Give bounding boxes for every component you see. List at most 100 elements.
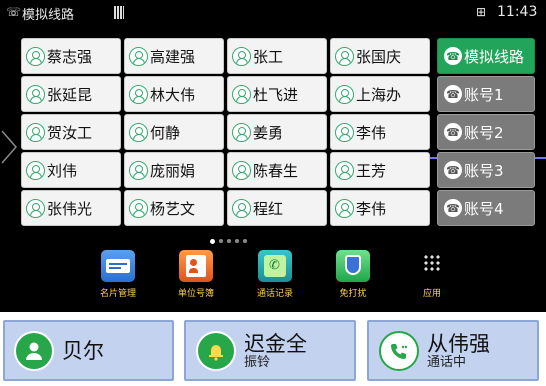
line-button[interactable]: ☎ 账号3 [437,152,535,188]
phone-icon: ☎ [444,161,462,179]
contact-name: 张国庆 [356,47,402,66]
contact-button[interactable]: 李伟 [330,114,430,150]
contact-grid: 蔡志强 高建强 张工 张国庆 张延昆 林大伟 杜飞进 上海办 贺汝工 何静 姜勇 李伟 刘伟 庞丽娟 陈春生… [21,38,431,228]
phone-icon: ☎ [444,47,462,65]
contact-button[interactable]: 张伟光 [21,190,121,226]
page-indicator [210,239,247,244]
contact-avatar-icon [129,122,148,142]
page-dot[interactable] [210,239,215,244]
contact-name: 姜勇 [253,123,284,142]
contact-avatar-icon [232,122,251,142]
contact-name: 李伟 [356,199,387,218]
contact-button[interactable]: 杜飞进 [227,76,327,112]
contact-name: 杨艺文 [150,199,196,218]
contact-avatar-icon [129,46,148,66]
contact-button[interactable]: 姜勇 [227,114,327,150]
contact-avatar-icon [335,84,354,104]
app-do-not-disturb[interactable]: 免打扰 [313,250,393,299]
call-card-1[interactable]: 贝尔 [3,320,174,381]
ringing-bell-icon [196,330,236,371]
contact-button[interactable]: 张延昆 [21,76,121,112]
contact-button[interactable]: 刘伟 [21,152,121,188]
page-dot[interactable] [227,239,231,243]
contact-avatar-icon [129,84,148,104]
chevron-left-icon[interactable] [0,127,20,167]
in-call-phone-icon [379,330,419,371]
contact-button[interactable]: 贺汝工 [21,114,121,150]
contact-button[interactable]: 蔡志强 [21,38,121,74]
signal-bars-icon [114,6,124,19]
contact-avatar-icon [26,84,45,104]
contact-name: 陈春生 [253,161,299,180]
contact-button[interactable]: 程红 [227,190,327,226]
app-label: 应用 [422,289,441,299]
contact-avatar-icon [335,160,354,180]
page-dot[interactable] [219,239,223,243]
contact-button[interactable]: 上海办 [330,76,430,112]
contact-avatar-icon [129,198,148,218]
line-title: 模拟线路 [22,8,75,23]
app-grid-icon [415,250,449,282]
line-label: 账号4 [464,199,504,218]
directory-icon [179,250,213,282]
contact-name: 庞丽娟 [150,161,196,180]
contact-button[interactable]: 高建强 [124,38,224,74]
app-label: 免打扰 [339,289,367,299]
contact-button[interactable]: 庞丽娟 [124,152,224,188]
app-card-manager[interactable]: 名片管理 [78,250,158,299]
contact-avatar-icon [335,122,354,142]
contact-avatar-icon [335,46,354,66]
call-log-icon: ✆ [258,250,292,282]
contact-button[interactable]: 杨艺文 [124,190,224,226]
page-dot[interactable] [235,239,239,243]
line-label: 账号3 [464,161,504,180]
app-call-log[interactable]: ✆ 通话记录 [235,250,315,299]
contact-button[interactable]: 王芳 [330,152,430,188]
contact-avatar-icon [232,84,251,104]
contact-avatar-icon [232,160,251,180]
app-apps[interactable]: 应用 [392,250,472,299]
contact-avatar-icon [232,46,251,66]
page-dot[interactable] [243,239,247,243]
contact-name: 林大伟 [150,85,196,104]
contact-name: 王芳 [356,161,387,180]
line-button[interactable]: ☎ 账号2 [437,114,535,150]
line-button[interactable]: ☎ 账号1 [437,76,535,112]
clock: 11:43 [497,4,538,20]
contact-button[interactable]: 张工 [227,38,327,74]
line-label: 账号1 [464,85,504,104]
call-card-2[interactable]: 迟金全 振铃 [184,320,356,381]
phone-icon: ☎ [444,199,462,217]
status-bar: ☏ 模拟线路 ⊞ 11:43 [0,0,546,26]
contact-button[interactable]: 林大伟 [124,76,224,112]
caller-name: 贝尔 [62,338,104,363]
contact-button[interactable]: 何静 [124,114,224,150]
contact-name: 李伟 [356,123,387,142]
contact-name: 张伟光 [47,199,93,218]
caller-name: 迟金全 [244,331,307,356]
line-button[interactable]: ☎ 模拟线路 [437,38,535,74]
ethernet-icon: ⊞ [476,5,487,19]
contact-name: 刘伟 [47,161,78,180]
app-label: 通话记录 [256,289,293,299]
contact-button[interactable]: 李伟 [330,190,430,226]
phone-icon: ☎ [444,85,462,103]
contact-name: 蔡志强 [47,47,93,66]
line-label: 模拟线路 [464,47,525,66]
phone-line-icon: ☏ [6,5,22,19]
contact-name: 张延昆 [47,85,93,104]
contact-avatar-icon [26,122,45,142]
card-manager-icon [101,250,135,282]
contact-name: 上海办 [356,85,402,104]
phone-icon: ☎ [444,123,462,141]
phone-screen: ☏ 模拟线路 ⊞ 11:43 蔡志强 高建强 张工 张国庆张延昆 林大伟 杜飞进 上海办贺汝… [0,0,546,312]
do-not-disturb-icon [336,250,370,282]
contact-button[interactable]: 陈春生 [227,152,327,188]
contact-avatar-icon [129,160,148,180]
contact-name: 高建强 [150,47,196,66]
contact-name: 贺汝工 [47,123,93,142]
line-button[interactable]: ☎ 账号4 [437,190,535,226]
contact-button[interactable]: 张国庆 [330,38,430,74]
app-directory[interactable]: 单位号簿 [156,250,236,299]
call-card-3[interactable]: 从伟强 通话中 [367,320,539,381]
